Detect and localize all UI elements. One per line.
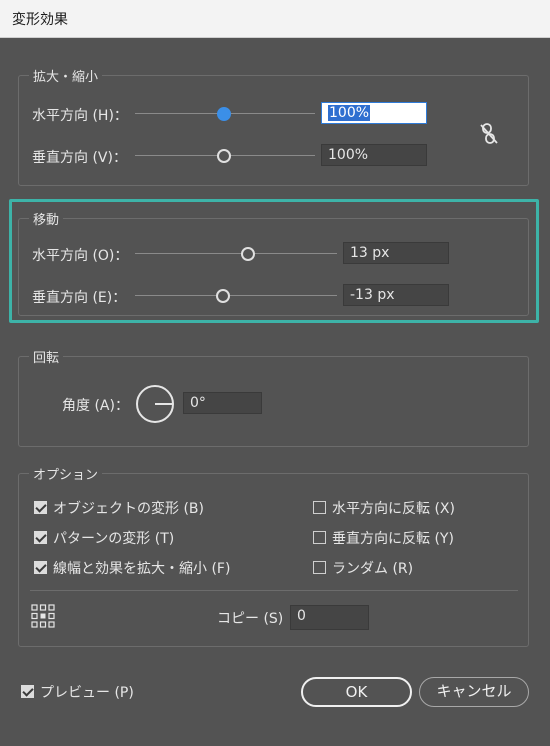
scale-strokes-checkbox[interactable]	[34, 561, 47, 574]
move-highlight-frame	[9, 199, 539, 323]
rotate-legend: 回転	[29, 347, 64, 366]
transform-patterns-label: パターンの変形 (T)	[53, 531, 175, 547]
window-title: 変形効果	[12, 12, 68, 28]
angle-label: 角度 (A)：	[62, 398, 129, 414]
scale-horizontal-slider-knob[interactable]	[217, 107, 231, 121]
copies-input[interactable]: 0	[290, 605, 369, 630]
scale-vertical-slider-knob[interactable]	[217, 149, 231, 163]
transform-objects-checkbox[interactable]	[34, 501, 47, 514]
scale-horizontal-input[interactable]: 100%	[321, 102, 427, 124]
scale-vertical-input[interactable]: 100%	[321, 144, 427, 166]
scale-strokes-label: 線幅と効果を拡大・縮小 (F)	[53, 561, 231, 577]
title-bar: 変形効果	[0, 0, 550, 38]
reference-point-icon[interactable]	[31, 604, 55, 628]
options-separator	[30, 590, 518, 591]
transform-patterns-checkbox[interactable]	[34, 531, 47, 544]
reflect-y-checkbox[interactable]	[313, 531, 326, 544]
cancel-button[interactable]: キャンセル	[419, 677, 529, 707]
preview-checkbox[interactable]	[21, 685, 34, 698]
unlink-proportions-icon[interactable]	[479, 121, 499, 147]
reflect-x-checkbox[interactable]	[313, 501, 326, 514]
scale-vertical-label: 垂直方向 (V)：	[32, 150, 127, 166]
random-checkbox[interactable]	[313, 561, 326, 574]
random-label: ランダム (R)	[332, 561, 414, 577]
preview-label: プレビュー (P)	[40, 685, 134, 701]
scale-horizontal-label: 水平方向 (H)：	[32, 108, 128, 124]
transform-objects-label: オブジェクトの変形 (B)	[53, 501, 204, 517]
scale-legend: 拡大・縮小	[29, 66, 103, 85]
scale-group: 拡大・縮小	[18, 66, 529, 186]
angle-input[interactable]: 0°	[183, 392, 262, 414]
copies-label: コピー (S)	[217, 611, 284, 627]
options-legend: オプション	[29, 464, 103, 483]
angle-dial-icon[interactable]	[134, 383, 176, 425]
ok-button[interactable]: OK	[301, 677, 412, 707]
reflect-y-label: 垂直方向に反転 (Y)	[332, 531, 454, 547]
reflect-x-label: 水平方向に反転 (X)	[332, 501, 455, 517]
